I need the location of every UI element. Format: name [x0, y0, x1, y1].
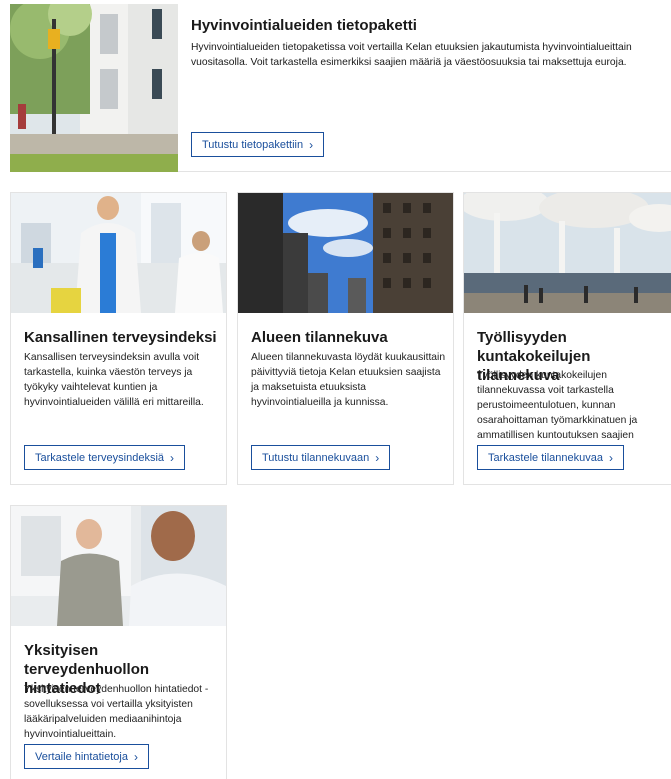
card-terveysindeksi: Kansallinen terveysindeksi Kansallisen t…: [10, 192, 227, 485]
card-button-label: Tutustu tilannekuvaan: [262, 451, 370, 464]
card-button[interactable]: Tutustu tilannekuvaan ›: [251, 445, 391, 470]
card-button-label: Vertaile hintatietoja: [35, 750, 128, 763]
card-kuntakokeilut: Työllisyyden kuntakokeilujen tilannekuva…: [463, 192, 671, 485]
card-button-label: Tarkastele terveysindeksiä: [35, 451, 165, 464]
featured-button[interactable]: Tutustu tietopakettiin ›: [191, 132, 325, 157]
card-hintatiedot: Yksityisen terveydenhuollon hintatiedot …: [10, 505, 227, 779]
chevron-right-icon: ›: [170, 450, 175, 465]
card-description: Kansallisen terveysindeksin avulla voit …: [24, 352, 204, 408]
featured-button-label: Tutustu tietopakettiin: [202, 138, 304, 151]
featured-title: Hyvinvointialueiden tietopaketti: [191, 17, 417, 34]
card-image: [238, 193, 453, 313]
chevron-right-icon: ›: [133, 749, 138, 764]
card-button-label: Tarkastele tilannekuvaa: [488, 451, 603, 464]
featured-card: Hyvinvointialueiden tietopaketti Hyvinvo…: [10, 2, 671, 172]
chevron-right-icon: ›: [608, 450, 613, 465]
card-title: Alueen tilannekuva: [251, 329, 388, 346]
card-button[interactable]: Vertaile hintatietoja ›: [24, 744, 149, 769]
chevron-right-icon: ›: [309, 137, 314, 152]
card-image: [464, 193, 671, 313]
card-image: [11, 506, 226, 626]
card-description: Alueen tilannekuvasta löydät kuukausitta…: [251, 352, 446, 408]
card-description: Yksityisen terveydenhuollon hintatiedot …: [24, 684, 209, 740]
card-image: [11, 193, 226, 313]
card-title: Kansallinen terveysindeksi: [24, 329, 217, 346]
chevron-right-icon: ›: [375, 450, 380, 465]
featured-image: [10, 4, 178, 172]
card-alueen-tilannekuva: Alueen tilannekuva Alueen tilannekuvasta…: [237, 192, 454, 485]
card-button[interactable]: Tarkastele terveysindeksiä ›: [24, 445, 186, 470]
featured-description: Hyvinvointialueiden tietopaketissa voit …: [191, 42, 632, 68]
card-button[interactable]: Tarkastele tilannekuvaa ›: [477, 445, 624, 470]
